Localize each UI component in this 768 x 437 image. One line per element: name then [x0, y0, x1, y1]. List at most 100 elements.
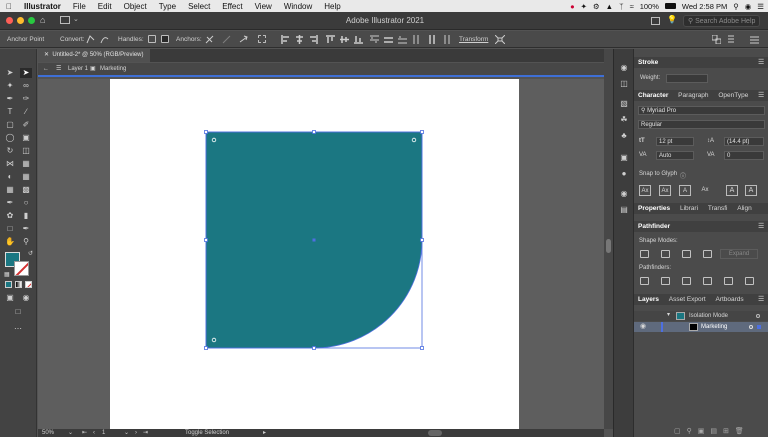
select-similar-icon[interactable]: [727, 35, 735, 43]
menu-window[interactable]: Window: [278, 2, 318, 11]
intersect-icon[interactable]: [682, 250, 691, 258]
swatches-icon[interactable]: ♣: [618, 131, 630, 141]
vertical-scrollbar[interactable]: [604, 49, 613, 429]
menu-select[interactable]: Select: [182, 2, 216, 11]
align-center-icon[interactable]: [295, 35, 303, 44]
distribute-bottom-icon[interactable]: [398, 35, 407, 44]
menu-object[interactable]: Object: [118, 2, 153, 11]
drawing-modes-icon[interactable]: ◉: [20, 293, 32, 303]
zoom-tool-icon[interactable]: ⚲: [20, 237, 32, 247]
stroke-weight-field[interactable]: [666, 74, 708, 83]
selection-indicator-icon[interactable]: [757, 325, 761, 329]
last-artboard-icon[interactable]: ⇥: [143, 429, 148, 437]
default-colors-icon[interactable]: ▦: [4, 271, 10, 278]
remove-anchor-icon[interactable]: [205, 35, 214, 44]
artboard-tool-icon[interactable]: □: [4, 224, 16, 234]
tab-transform[interactable]: Transfi: [704, 205, 732, 212]
align-bottom-icon[interactable]: [354, 35, 363, 44]
color-guide-icon[interactable]: ☘: [618, 115, 630, 125]
artboard[interactable]: [110, 79, 519, 429]
zoom-window-button[interactable]: [28, 17, 35, 24]
close-tab-icon[interactable]: ✕: [44, 52, 49, 58]
menu-edit[interactable]: Edit: [92, 2, 118, 11]
creative-cloud-icon[interactable]: ●: [570, 2, 575, 11]
none-mode-icon[interactable]: [25, 281, 32, 288]
datetime[interactable]: Wed 2:58 PM: [682, 2, 727, 11]
minus-back-icon[interactable]: [745, 277, 754, 285]
eraser-tool-icon[interactable]: ▣: [20, 133, 32, 143]
blend-tool-icon[interactable]: ○: [20, 198, 32, 208]
close-window-button[interactable]: [6, 17, 13, 24]
menu-help[interactable]: Help: [318, 2, 346, 11]
gradient-tool-icon[interactable]: ▩: [20, 185, 32, 195]
layers-row-isolation[interactable]: ▾ Isolation Mode: [634, 311, 768, 321]
paintbrush-tool-icon[interactable]: ✐: [20, 120, 32, 130]
tab-pathfinder[interactable]: Pathfinder: [634, 223, 674, 230]
arrange-icon[interactable]: [712, 35, 721, 44]
horizontal-scroll-thumb[interactable]: [428, 430, 442, 436]
scale-tool-icon[interactable]: ◫: [20, 146, 32, 156]
artboard-number[interactable]: 1: [102, 429, 105, 437]
extension-icon[interactable]: ✦: [581, 2, 587, 11]
distribute-right-icon[interactable]: [441, 35, 450, 44]
column-graph-tool-icon[interactable]: ▮: [20, 211, 32, 221]
artboard-dropdown-icon[interactable]: ⌄: [124, 429, 129, 437]
font-style-field[interactable]: Regular: [638, 120, 765, 129]
snap-xheight-icon[interactable]: Ax: [659, 185, 671, 196]
appearance-icon[interactable]: ▤: [618, 205, 630, 215]
bluetooth-icon[interactable]: ᛉ: [619, 2, 624, 11]
expand-triangle-icon[interactable]: ▾: [667, 311, 670, 318]
user-icon[interactable]: ◉: [745, 2, 752, 11]
tab-artboards[interactable]: Artboards: [711, 296, 747, 303]
rectangle-tool-icon[interactable]: ▢: [4, 120, 16, 130]
libraries-panel-icon[interactable]: ◫: [618, 79, 630, 89]
minus-front-icon[interactable]: [661, 250, 670, 258]
brushes-icon[interactable]: ▣: [618, 153, 630, 163]
next-artboard-icon[interactable]: ›: [135, 429, 137, 437]
tab-libraries[interactable]: Librari: [676, 205, 702, 212]
snap-anchor-icon[interactable]: A: [745, 185, 757, 196]
shape-builder-tool-icon[interactable]: ◐: [4, 172, 16, 182]
align-top-icon[interactable]: [326, 35, 335, 43]
line-segment-tool-icon[interactable]: ∕: [20, 107, 32, 117]
properties-panel-icon[interactable]: ◉: [618, 63, 630, 73]
shaper-tool-icon[interactable]: ◯: [4, 133, 16, 143]
crop-icon[interactable]: [703, 277, 712, 285]
isolate-selection-icon[interactable]: [258, 35, 266, 43]
snap-baseline-icon[interactable]: Ax: [639, 185, 651, 196]
type-tool-icon[interactable]: T: [4, 107, 16, 117]
align-middle-icon[interactable]: [340, 35, 349, 43]
arrange-documents-icon[interactable]: [651, 17, 660, 25]
tab-asset-export[interactable]: Asset Export: [665, 296, 710, 303]
info-icon[interactable]: ⓘ: [680, 171, 686, 180]
free-transform-tool-icon[interactable]: ▦: [20, 159, 32, 169]
distribute-top-icon[interactable]: [370, 35, 379, 43]
tracking-field[interactable]: 0: [724, 151, 764, 160]
width-tool-icon[interactable]: ⋈: [4, 159, 16, 169]
color-panel-icon[interactable]: ▧: [618, 99, 630, 109]
mesh-tool-icon[interactable]: ▦: [4, 185, 16, 195]
tab-properties[interactable]: Properties: [634, 205, 674, 212]
unite-icon[interactable]: [640, 250, 649, 258]
wifi-icon[interactable]: ≈: [630, 2, 634, 11]
layers-row-marketing[interactable]: ◉ Marketing: [634, 322, 768, 332]
align-right-icon[interactable]: [309, 35, 318, 44]
apple-icon[interactable]: : [0, 2, 18, 11]
tab-paragraph[interactable]: Paragraph: [674, 92, 712, 99]
perspective-grid-tool-icon[interactable]: ▦: [20, 172, 32, 182]
expand-button[interactable]: Expand: [720, 249, 758, 259]
minimize-window-button[interactable]: [17, 17, 24, 24]
snap-proximity-icon[interactable]: Ax: [699, 185, 711, 196]
stroke-tab[interactable]: Stroke: [634, 59, 662, 66]
show-handles-icon[interactable]: [148, 35, 156, 43]
hand-tool-icon[interactable]: ✋: [4, 237, 16, 247]
marketing-target-icon[interactable]: [749, 325, 753, 329]
transform-each-icon[interactable]: [495, 35, 505, 44]
edit-toolbar-icon[interactable]: ⋯: [12, 324, 24, 334]
gradient-mode-icon[interactable]: [15, 281, 22, 288]
target-circle-icon[interactable]: [756, 314, 760, 318]
control-center-icon[interactable]: ☰: [757, 2, 764, 11]
airplay-icon[interactable]: ▲: [606, 2, 613, 11]
chevron-down-icon[interactable]: ⌄: [73, 15, 79, 23]
menu-effect[interactable]: Effect: [216, 2, 248, 11]
